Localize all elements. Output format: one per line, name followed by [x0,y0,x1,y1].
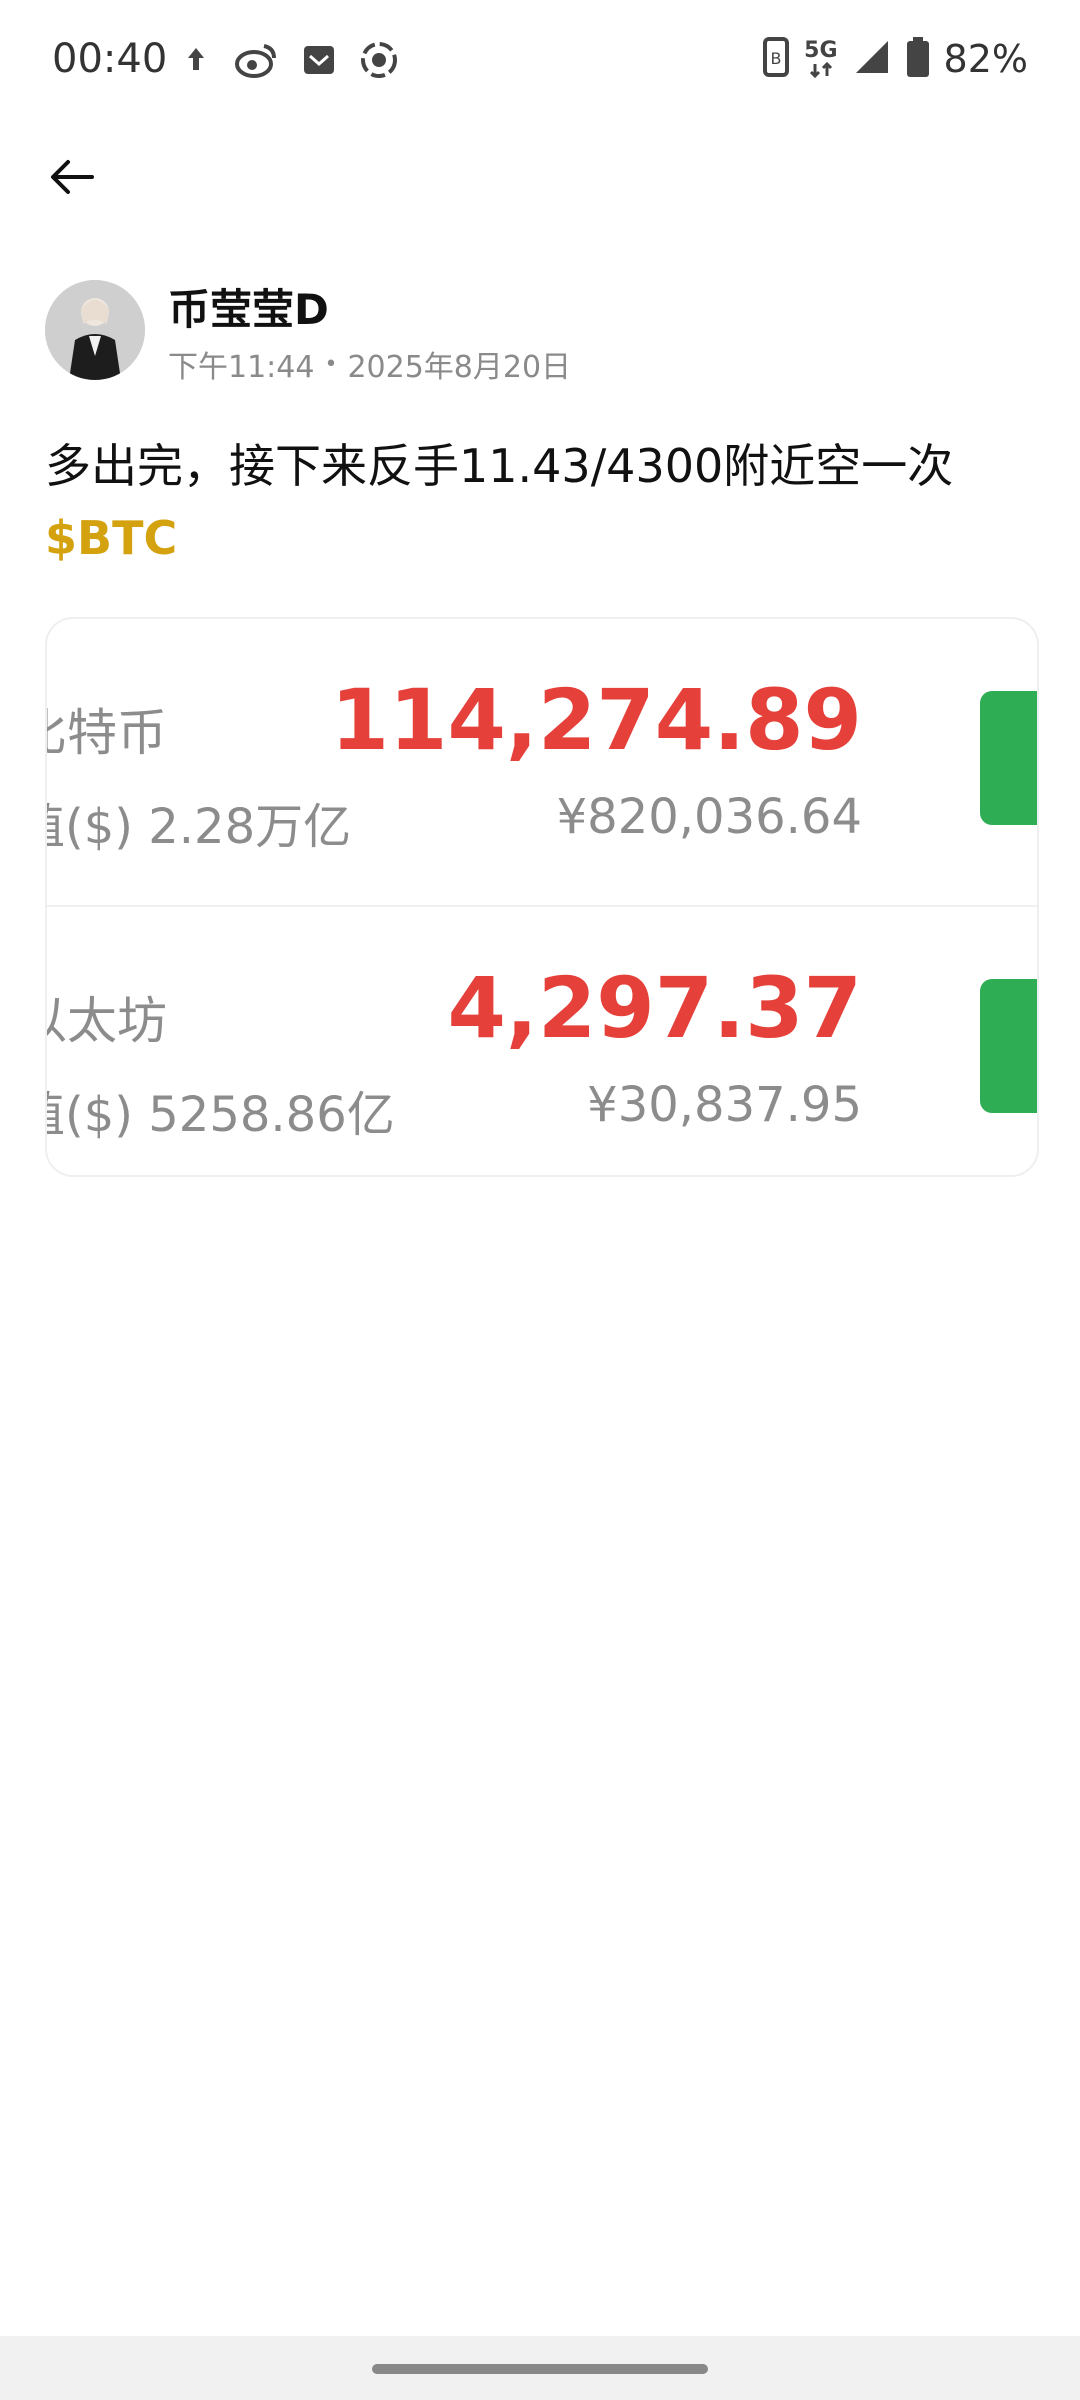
status-bar: 00:40 B 5G 82% [0,0,1080,124]
avatar[interactable] [45,280,145,380]
market-card[interactable]: 比特币 值($) 2.28万亿 114,274.89 ¥820,036.64 以… [45,617,1039,1177]
post-text: 多出完，接下来反手11.43/4300附近空一次 [45,439,954,493]
signal-icon [852,37,892,81]
coin-price: 4,297.37 [447,959,862,1057]
post-meta: 下午11:44 • 2025年8月20日 [168,342,571,386]
mail-icon [302,40,336,84]
status-right: B 5G 82% [762,36,1028,82]
post-date: 2025年8月20日 [347,350,572,385]
coin-name: 以太坊 [47,992,167,1050]
svg-text:B: B [771,49,782,68]
screen-record-icon [358,40,400,84]
battery-percent: 82% [943,37,1028,81]
list-item: 比特币 值($) 2.28万亿 114,274.89 ¥820,036.64 [47,619,1037,895]
coin-price-cny: ¥820,036.64 [556,789,862,845]
back-button[interactable] [40,145,104,209]
sim-icon: B [762,36,790,82]
home-indicator[interactable] [372,2364,708,2374]
change-badge [980,691,1037,825]
meta-separator: • [324,351,338,377]
list-item: 以太坊 值($) 5258.86亿 4,297.37 ¥30,837.95 [45,907,1037,1175]
author-name[interactable]: 币莹莹D [168,276,329,337]
battery-icon [906,36,930,82]
5g-icon: 5G [804,40,838,78]
coin-price-cny: ¥30,837.95 [587,1077,862,1133]
coin-market-cap: 值($) 5258.86亿 [45,1087,395,1143]
coin-price: 114,274.89 [330,671,862,769]
coin-market-cap: 值($) 2.28万亿 [45,799,352,855]
cashtag-link[interactable]: $BTC [45,502,1035,574]
status-time: 00:40 [52,36,168,82]
weibo-icon [234,40,278,84]
coin-name: 比特币 [47,704,167,762]
back-arrow-icon [51,160,94,194]
upload-arrow-icon [184,40,208,84]
change-badge [980,979,1037,1113]
post-time: 下午11:44 [168,350,315,385]
post-body: 多出完，接下来反手11.43/4300附近空一次 $BTC [45,430,1035,574]
